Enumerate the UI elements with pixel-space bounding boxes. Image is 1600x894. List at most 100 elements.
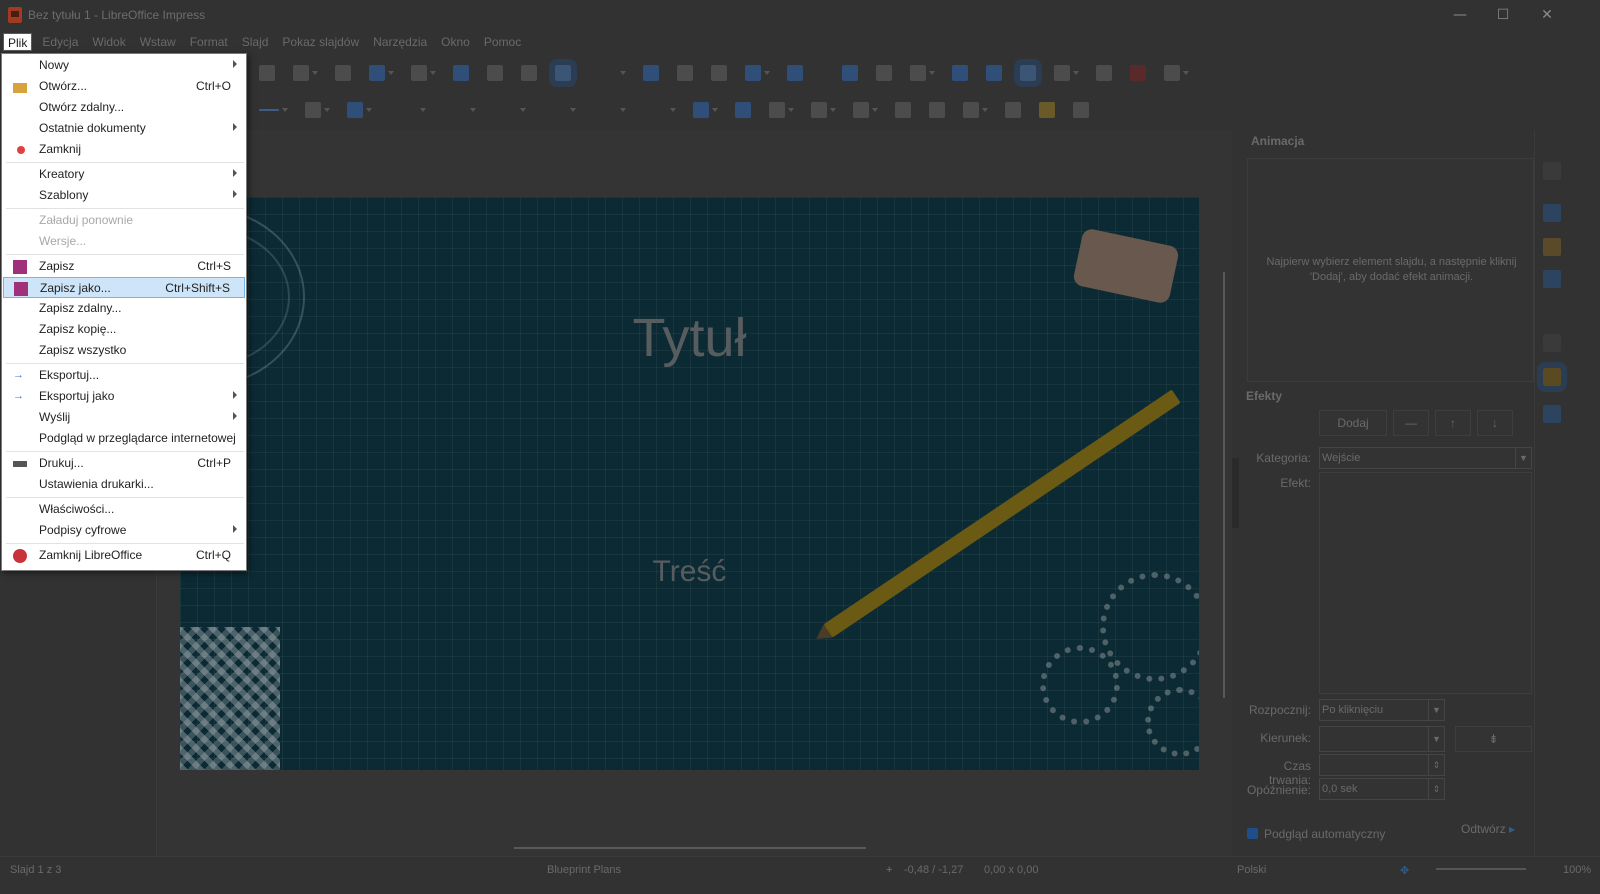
menu-pokaz-slajdow[interactable]: Pokaz slajdów (278, 33, 363, 51)
menu-item-eksportuj-jako[interactable]: → Eksportuj jako (3, 386, 245, 407)
distribute-icon[interactable] (853, 102, 869, 118)
direction-select[interactable]: ▼ (1319, 726, 1445, 752)
curve-icon[interactable] (305, 102, 321, 118)
outline-icon[interactable] (1096, 65, 1112, 81)
move-up-button[interactable]: ↑ (1435, 410, 1471, 436)
master-slide-icon[interactable] (643, 65, 659, 81)
filter-dropdown-arrow[interactable] (982, 108, 988, 112)
horizontal-scrollbar[interactable] (514, 847, 866, 849)
bullets-icon[interactable] (1054, 65, 1070, 81)
grid-icon[interactable] (521, 65, 537, 81)
special-character-dropdown-arrow[interactable] (929, 71, 935, 75)
slide-content-placeholder[interactable]: Treść (180, 555, 1199, 589)
show-draw-functions-icon[interactable] (1014, 59, 1042, 87)
chart-icon[interactable] (842, 65, 858, 81)
autopreview-checkbox[interactable] (1247, 828, 1258, 839)
add-effect-button[interactable]: Dodaj (1319, 410, 1387, 436)
close-window-button[interactable]: ✕ (1535, 4, 1559, 26)
duplicate-slide-icon[interactable] (711, 65, 727, 81)
menu-item-ustawienia-drukarki[interactable]: Ustawienia drukarki... (3, 474, 245, 495)
minimize-button[interactable]: — (1448, 4, 1472, 26)
menu-item-zamknij-libreoffice[interactable]: Zamknij LibreOffice Ctrl+Q (3, 545, 245, 566)
zoom-level[interactable]: 100% (1563, 864, 1591, 876)
maximize-button[interactable]: ☐ (1491, 4, 1515, 26)
play-button[interactable]: Odtwórz ▸ (1461, 822, 1515, 836)
move-down-button[interactable]: ↓ (1477, 410, 1513, 436)
effect-options-button[interactable]: ⇟ (1455, 726, 1532, 752)
animation-list[interactable]: Najpierw wybierz element slajdu, a nastę… (1247, 158, 1534, 382)
menu-item-eksportuj[interactable]: → Eksportuj... (3, 365, 245, 386)
hyperlink-icon[interactable] (986, 65, 1002, 81)
distribute-dropdown-arrow[interactable] (872, 108, 878, 112)
menu-item-szablony[interactable]: Szablony (3, 185, 245, 206)
slide-title-placeholder[interactable]: Tytuł (180, 307, 1199, 369)
clear-format-icon[interactable] (335, 65, 351, 81)
menu-item-ostatnie-dokumenty[interactable]: Ostatnie dokumenty (3, 118, 245, 139)
sidebar-collapse-handle[interactable] (1232, 458, 1239, 528)
start-select[interactable]: Po kliknięciu ▼ (1319, 699, 1445, 721)
delete-icon[interactable] (1130, 65, 1146, 81)
find-replace-icon[interactable] (453, 65, 469, 81)
category-select[interactable]: Wejście ▼ (1319, 447, 1532, 469)
menu-slajd[interactable]: Slajd (238, 33, 273, 51)
redo-icon[interactable] (411, 65, 427, 81)
arrange-icon[interactable] (811, 102, 827, 118)
navigator-deck-icon[interactable] (1543, 270, 1561, 288)
slide-layout-icon[interactable] (1164, 65, 1180, 81)
symbol-shapes-dropdown-arrow[interactable] (470, 108, 476, 112)
align-icon[interactable] (769, 102, 785, 118)
menu-item-otworz[interactable]: Otwórz... Ctrl+O (3, 76, 245, 97)
highlight-pen-icon[interactable] (1039, 102, 1055, 118)
menu-item-wlasciwosci[interactable]: Właściwości... (3, 499, 245, 520)
bullets-dropdown-arrow[interactable] (1073, 71, 1079, 75)
remove-effect-button[interactable]: — (1393, 410, 1429, 436)
menu-item-wyslij[interactable]: Wyślij (3, 407, 245, 428)
menu-wstaw[interactable]: Wstaw (136, 33, 180, 51)
duration-spinbox[interactable]: ⇕ (1319, 754, 1445, 776)
redo-dropdown-arrow[interactable] (430, 71, 436, 75)
table-dropdown-arrow[interactable] (764, 71, 770, 75)
menu-widok[interactable]: Widok (88, 33, 129, 51)
display-views-dropdown-arrow[interactable] (620, 71, 626, 75)
gallery-deck-icon[interactable] (1543, 238, 1561, 256)
menu-item-zapisz-kopie[interactable]: Zapisz kopię... (3, 319, 245, 340)
master-slides-deck-icon[interactable] (1543, 405, 1561, 423)
effect-list[interactable] (1319, 472, 1532, 694)
image-icon[interactable] (787, 65, 803, 81)
stars-dropdown-arrow[interactable] (670, 108, 676, 112)
curve-dropdown-arrow[interactable] (324, 108, 330, 112)
language[interactable]: Polski (1237, 864, 1266, 876)
table-icon[interactable] (745, 65, 761, 81)
crop-icon[interactable] (929, 102, 945, 118)
menu-item-otworz-zdalny[interactable]: Otwórz zdalny... (3, 97, 245, 118)
menu-plik[interactable]: Plik (3, 33, 33, 51)
basic-shapes-dropdown-arrow[interactable] (420, 108, 426, 112)
menu-item-podpisy-cyfrowe[interactable]: Podpisy cyfrowe (3, 520, 245, 541)
properties-deck-icon[interactable] (1543, 162, 1561, 180)
menu-format[interactable]: Format (186, 33, 232, 51)
fit-slide-icon[interactable]: ✥ (1400, 864, 1409, 877)
styles-deck-icon[interactable] (1543, 334, 1561, 352)
transformations-icon[interactable] (1073, 102, 1089, 118)
menu-item-zapisz-jako[interactable]: Zapisz jako... Ctrl+Shift+S (3, 277, 245, 298)
undo-icon[interactable] (369, 65, 385, 81)
spellcheck-icon[interactable] (487, 65, 503, 81)
points-icon[interactable] (735, 102, 751, 118)
menu-item-drukuj[interactable]: Drukuj... Ctrl+P (3, 453, 245, 474)
3d-objects-icon[interactable] (693, 102, 709, 118)
menu-item-zapisz[interactable]: Zapisz Ctrl+S (3, 256, 245, 277)
zoom-slider[interactable] (1436, 868, 1526, 870)
fontwork-icon[interactable] (952, 65, 968, 81)
connector-dropdown-arrow[interactable] (366, 108, 372, 112)
animation-deck-icon[interactable] (1537, 362, 1567, 392)
slide-canvas[interactable]: Tytuł Treść (180, 197, 1199, 770)
paste-dropdown-arrow[interactable] (312, 71, 318, 75)
menu-item-nowy[interactable]: Nowy (3, 55, 245, 76)
block-arrows-dropdown-arrow[interactable] (520, 108, 526, 112)
callouts-dropdown-arrow[interactable] (620, 108, 626, 112)
menu-item-zamknij[interactable]: Zamknij (3, 139, 245, 160)
slide-transition-deck-icon[interactable] (1543, 204, 1561, 222)
slide-layout-dropdown-arrow[interactable] (1183, 71, 1189, 75)
vertical-scrollbar[interactable] (1223, 272, 1225, 698)
menu-edycja[interactable]: Edycja (38, 33, 82, 51)
